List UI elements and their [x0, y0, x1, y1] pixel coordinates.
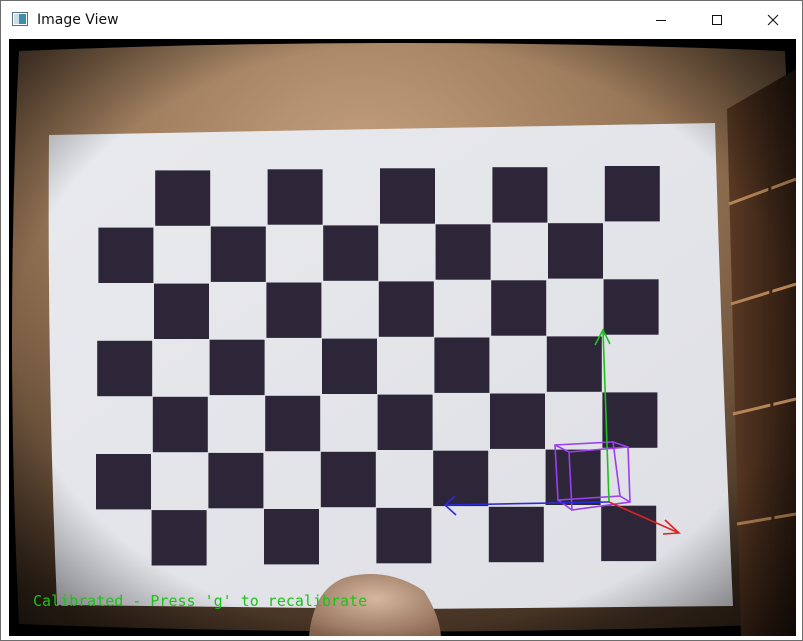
- minimize-button[interactable]: [638, 1, 684, 39]
- calibration-status-text: Calibrated - Press 'g' to recalibrate: [33, 592, 367, 610]
- camera-frame: Calibrated - Press 'g' to recalibrate: [9, 39, 796, 636]
- maximize-icon: [712, 15, 722, 25]
- window-title: Image View: [37, 12, 119, 28]
- minimize-icon: [656, 20, 666, 21]
- image-view-app-icon: [12, 12, 28, 26]
- close-button[interactable]: [750, 1, 796, 39]
- title-bar[interactable]: Image View: [1, 1, 802, 39]
- close-icon: [767, 14, 779, 26]
- image-view-window: Image View Calibrated - Press 'g' to rec…: [0, 0, 803, 641]
- maximize-button[interactable]: [694, 1, 740, 39]
- camera-image-view: Calibrated - Press 'g' to recalibrate: [9, 39, 796, 636]
- lens-vignette: [9, 39, 796, 636]
